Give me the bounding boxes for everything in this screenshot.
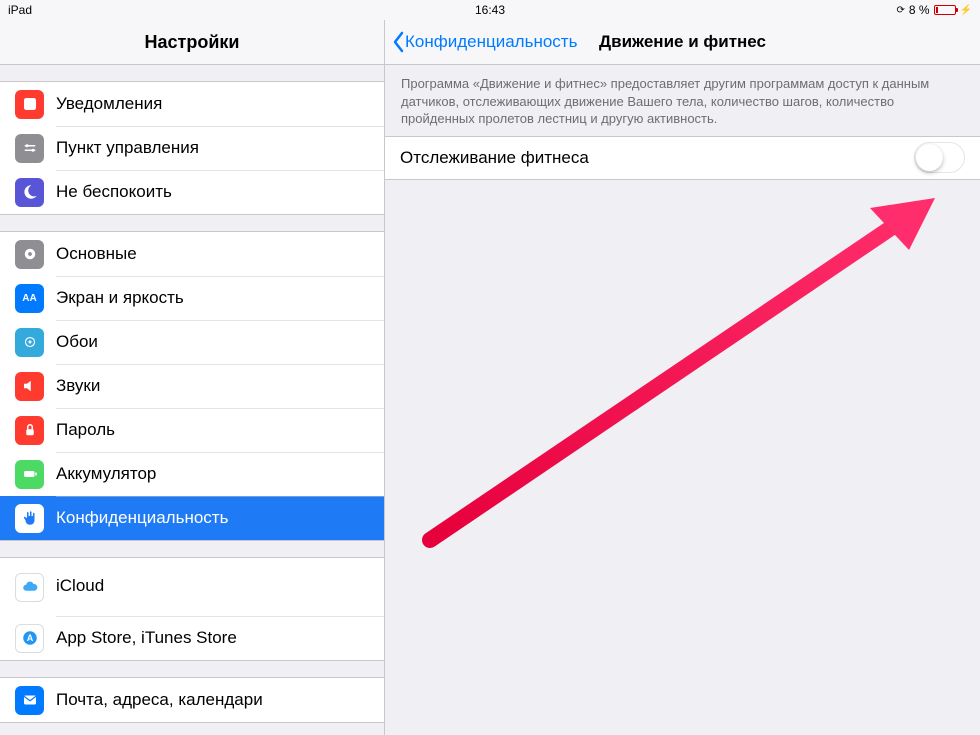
fitness-tracking-toggle[interactable] — [914, 142, 965, 173]
sidebar-title: Настройки — [0, 20, 384, 65]
chevron-left-icon — [391, 31, 405, 53]
back-label: Конфиденциальность — [405, 32, 577, 52]
envelope-icon — [15, 686, 44, 715]
gear-icon — [15, 240, 44, 269]
sidebar-item-label: Конфиденциальность — [56, 508, 228, 528]
sidebar-item-label: Экран и яркость — [56, 288, 184, 308]
detail-title: Движение и фитнес — [599, 32, 766, 52]
sidebar-item-label: Уведомления — [56, 94, 162, 114]
status-bar: iPad 16:43 ⟳ 8 % ⚡ — [0, 0, 980, 20]
control-center-icon — [15, 134, 44, 163]
detail-navbar: Конфиденциальность Движение и фитнес — [385, 20, 980, 65]
icloud-icon — [15, 573, 44, 602]
battery-percent: 8 % — [909, 3, 930, 17]
sidebar-item-display[interactable]: AA Экран и яркость — [0, 276, 384, 320]
detail-pane: Конфиденциальность Движение и фитнес Про… — [385, 20, 980, 735]
sidebar-item-passcode[interactable]: Пароль — [0, 408, 384, 452]
charging-icon: ⚡ — [960, 5, 972, 16]
sidebar-item-label: Почта, адреса, календари — [56, 690, 263, 710]
sidebar-group-1: Уведомления Пункт управления Не беспокои… — [0, 81, 384, 215]
notifications-icon — [15, 90, 44, 119]
lock-icon — [15, 416, 44, 445]
section-description: Программа «Движение и фитнес» предоставл… — [385, 65, 980, 136]
sidebar-item-stores[interactable]: A App Store, iTunes Store — [0, 616, 384, 660]
appstore-icon: A — [15, 624, 44, 653]
sidebar-item-label: Пароль — [56, 420, 115, 440]
sidebar-item-mail[interactable]: Почта, адреса, календари — [0, 678, 384, 722]
sidebar-item-label: Пункт управления — [56, 138, 199, 158]
setting-label: Отслеживание фитнеса — [400, 148, 589, 168]
orientation-lock-icon: ⟳ — [896, 5, 904, 16]
speaker-icon — [15, 372, 44, 401]
sidebar-item-sounds[interactable]: Звуки — [0, 364, 384, 408]
sidebar-group-2: Основные AA Экран и яркость Обои Звуки П… — [0, 231, 384, 541]
sidebar-item-control-center[interactable]: Пункт управления — [0, 126, 384, 170]
sidebar-item-icloud[interactable]: iCloud — [0, 558, 384, 616]
sidebar-item-notifications[interactable]: Уведомления — [0, 82, 384, 126]
battery-app-icon — [15, 460, 44, 489]
sidebar-item-do-not-disturb[interactable]: Не беспокоить — [0, 170, 384, 214]
fitness-tracking-row: Отслеживание фитнеса — [385, 136, 980, 180]
text-size-icon: AA — [15, 284, 44, 313]
clock: 16:43 — [475, 3, 505, 17]
sidebar-item-label: Звуки — [56, 376, 100, 396]
wallpaper-icon — [15, 328, 44, 357]
sidebar-item-privacy[interactable]: Конфиденциальность — [0, 496, 384, 540]
sidebar-item-label: Аккумулятор — [56, 464, 156, 484]
device-label: iPad — [8, 3, 32, 17]
back-button[interactable]: Конфиденциальность — [385, 31, 577, 53]
annotation-arrow — [415, 190, 935, 550]
sidebar-item-battery[interactable]: Аккумулятор — [0, 452, 384, 496]
svg-text:A: A — [26, 633, 33, 643]
sidebar-item-wallpaper[interactable]: Обои — [0, 320, 384, 364]
sidebar-item-label: Обои — [56, 332, 98, 352]
settings-sidebar: Настройки Уведомления Пункт управления Н… — [0, 20, 385, 735]
battery-icon — [934, 5, 956, 15]
sidebar-item-label: Основные — [56, 244, 137, 264]
sidebar-item-label: Не беспокоить — [56, 182, 172, 202]
hand-icon — [15, 504, 44, 533]
sidebar-group-3: iCloud A App Store, iTunes Store — [0, 557, 384, 661]
sidebar-item-general[interactable]: Основные — [0, 232, 384, 276]
moon-icon — [15, 178, 44, 207]
sidebar-item-label: iCloud — [56, 576, 104, 596]
sidebar-item-label: App Store, iTunes Store — [56, 628, 237, 648]
sidebar-group-4: Почта, адреса, календари — [0, 677, 384, 723]
status-right: ⟳ 8 % ⚡ — [896, 3, 972, 17]
